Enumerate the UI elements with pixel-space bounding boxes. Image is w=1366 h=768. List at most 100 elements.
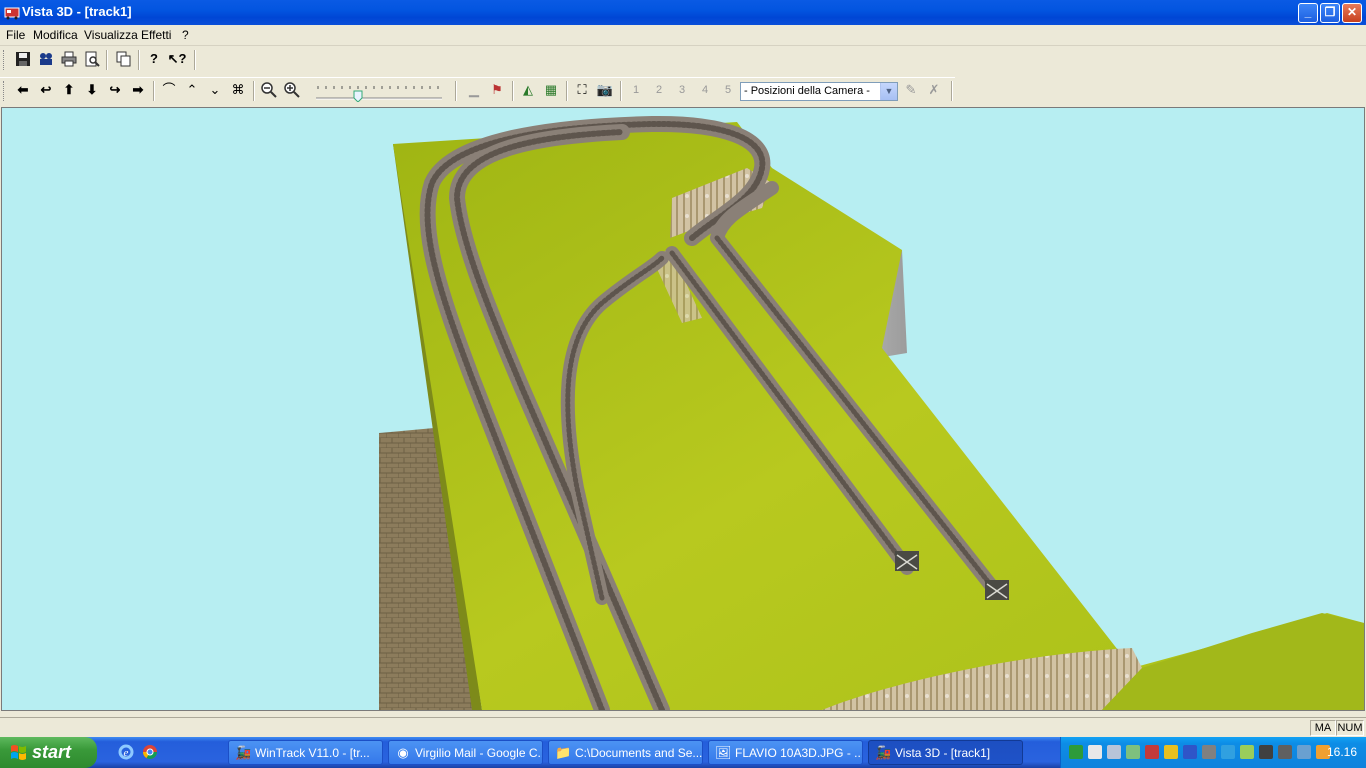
- eye-orbit-button[interactable]: ⌘: [228, 80, 248, 100]
- navigation-toolbar: ⬅ ↩ ⬆ ⬇ ↪ ➡ ⌒ ⌃ ⌄ ⌘ ▁ ⚑ ◭ ▦ ⛶ 📷 1 2 3 4 …: [0, 77, 955, 106]
- task-vista-3d[interactable]: 🚂 Vista 3D - [track1]: [868, 740, 1023, 765]
- fit-view-button[interactable]: ⛶: [572, 80, 592, 100]
- task-image-viewer[interactable]: 🖼 FLAVIO 10A3D.JPG - ...: [708, 740, 863, 765]
- tray-audio-icon[interactable]: [1278, 745, 1292, 759]
- buffer-stop: [985, 580, 1009, 600]
- camera-preset-5-button[interactable]: 5: [718, 80, 738, 100]
- chrome-quicklaunch[interactable]: [142, 744, 158, 760]
- add-camera-icon: ✎: [905, 82, 917, 97]
- camera-preset-5-label: 5: [724, 84, 732, 96]
- menu-edit[interactable]: Modifica: [33, 28, 78, 42]
- tray-usb-icon[interactable]: [1297, 745, 1311, 759]
- zoom-out-button[interactable]: [259, 80, 279, 100]
- minimize-button[interactable]: _: [1298, 3, 1318, 23]
- context-help-icon: ↖?: [167, 51, 187, 66]
- task-label: C:\Documents and Se...: [575, 746, 703, 760]
- move-right-button[interactable]: ➡: [128, 80, 148, 100]
- close-button[interactable]: ✕: [1342, 3, 1362, 23]
- tray-shield-icon[interactable]: [1164, 745, 1178, 759]
- task-wintrack[interactable]: 🚂 WinTrack V11.0 - [tr...: [228, 740, 383, 765]
- system-tray: 16.16: [1060, 737, 1366, 768]
- eye-tilt-icon: ⌒: [162, 82, 176, 97]
- camera-preset-1-button[interactable]: 1: [626, 80, 646, 100]
- camera-icon: 📷: [596, 82, 614, 97]
- terrain-icon: ◭: [523, 82, 533, 97]
- save-button[interactable]: [13, 49, 33, 69]
- toolbar-separator: [194, 50, 196, 70]
- 3d-viewport[interactable]: [1, 107, 1365, 711]
- camera-preset-3-button[interactable]: 3: [672, 80, 692, 100]
- terrain-button[interactable]: ◭: [518, 80, 538, 100]
- title-bar[interactable]: Vista 3D - [track1] _ ❐ ✕: [0, 0, 1366, 25]
- track-flat-icon: ▁: [469, 82, 479, 97]
- move-left-button[interactable]: ⬅: [13, 80, 33, 100]
- tray-sync-icon[interactable]: [1240, 745, 1254, 759]
- eye-down-button[interactable]: ⌄: [205, 80, 225, 100]
- ie-quicklaunch[interactable]: e: [118, 744, 134, 760]
- copy-button[interactable]: [114, 49, 134, 69]
- tray-update-icon[interactable]: [1221, 745, 1235, 759]
- move-down-button[interactable]: ⬇: [82, 80, 102, 100]
- track-signal-button[interactable]: ⚑: [487, 80, 507, 100]
- zoom-in-button[interactable]: [282, 80, 302, 100]
- toolbar-separator: [620, 81, 622, 101]
- camera-preset-4-button[interactable]: 4: [695, 80, 715, 100]
- dropdown-button[interactable]: ▼: [880, 83, 897, 100]
- start-button[interactable]: start: [0, 737, 97, 768]
- restore-icon: ❐: [1324, 5, 1336, 19]
- grid-button[interactable]: ▦: [541, 80, 561, 100]
- add-camera-button[interactable]: ✎: [901, 80, 921, 100]
- task-label: Vista 3D - [track1]: [895, 746, 991, 760]
- toolbar-grip[interactable]: [3, 50, 7, 70]
- zoom-in-icon: [284, 82, 300, 98]
- toolbar-separator: [253, 81, 255, 101]
- camera-preset-2-button[interactable]: 2: [649, 80, 669, 100]
- menu-effects[interactable]: Effetti: [141, 28, 171, 42]
- restore-button[interactable]: ❐: [1320, 3, 1340, 23]
- move-up-button[interactable]: ⬆: [59, 80, 79, 100]
- caps-indicator: MA: [1310, 720, 1336, 736]
- close-icon: ✕: [1346, 5, 1358, 19]
- arrow-down-icon: ⬇: [86, 82, 98, 97]
- track-view-button[interactable]: ▁: [464, 80, 484, 100]
- clock[interactable]: 16.16: [1327, 745, 1357, 759]
- tray-app-icon[interactable]: [1069, 745, 1083, 759]
- eye-tilt-button[interactable]: ⌒: [159, 80, 179, 100]
- camera-position-value: - Posizioni della Camera -: [744, 85, 870, 97]
- task-label: WinTrack V11.0 - [tr...: [255, 746, 370, 760]
- slider-thumb[interactable]: [353, 90, 363, 103]
- eye-up-button[interactable]: ⌃: [182, 80, 202, 100]
- zoom-slider[interactable]: [314, 82, 446, 103]
- tray-network-icon[interactable]: [1107, 745, 1121, 759]
- tray-device-icon[interactable]: [1202, 745, 1216, 759]
- toolbar-separator: [455, 81, 457, 101]
- menu-view[interactable]: Visualizza: [84, 28, 138, 42]
- signal-icon: ⚑: [491, 82, 503, 97]
- camera-preset-1-label: 1: [632, 84, 640, 96]
- menu-help[interactable]: ?: [182, 28, 189, 42]
- tray-bluetooth-icon[interactable]: [1183, 745, 1197, 759]
- tray-wireless-icon[interactable]: [1126, 745, 1140, 759]
- camera-position-select[interactable]: - Posizioni della Camera - ▼: [740, 82, 898, 101]
- tray-security-icon[interactable]: [1145, 745, 1159, 759]
- rotate-right-button[interactable]: ↪: [105, 80, 125, 100]
- toolbar-grip[interactable]: [3, 81, 7, 101]
- print-button[interactable]: [59, 49, 79, 69]
- menu-file[interactable]: File: [6, 28, 25, 42]
- slider-track: [316, 86, 442, 103]
- task-virgilio-mail[interactable]: ◉ Virgilio Mail - Google C...: [388, 740, 543, 765]
- snapshot-button[interactable]: 📷: [595, 80, 615, 100]
- delete-camera-button[interactable]: ✗: [924, 80, 944, 100]
- window-title: Vista 3D - [track1]: [22, 4, 132, 19]
- buffer-stop: [895, 551, 919, 571]
- rotate-left-button[interactable]: ↩: [36, 80, 56, 100]
- camera-film-button[interactable]: [36, 49, 56, 69]
- context-help-button[interactable]: ↖?: [167, 49, 187, 69]
- task-explorer[interactable]: 📁 C:\Documents and Se...: [548, 740, 703, 765]
- help-button[interactable]: ?: [144, 49, 164, 69]
- tray-monitor-icon[interactable]: [1259, 745, 1273, 759]
- print-preview-button[interactable]: [82, 49, 102, 69]
- tray-document-icon[interactable]: [1088, 745, 1102, 759]
- toolbar-separator: [138, 50, 140, 70]
- app-icon[interactable]: [4, 5, 20, 20]
